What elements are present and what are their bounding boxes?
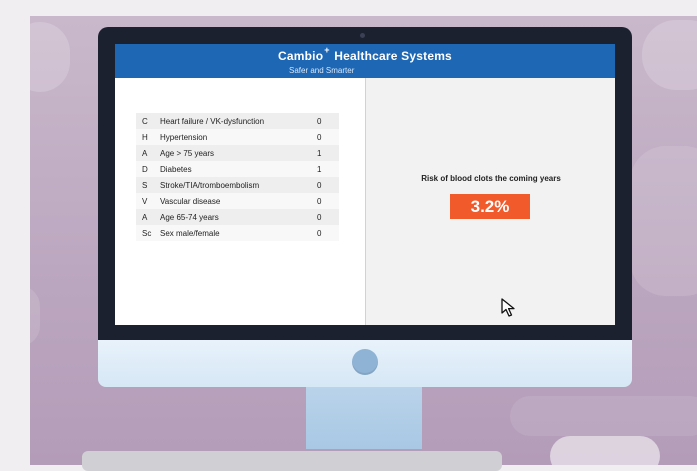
table-row: V Vascular disease 0	[136, 193, 339, 209]
background-blob	[630, 146, 697, 296]
row-value: 0	[317, 212, 322, 222]
row-label: Vascular disease	[160, 196, 221, 206]
result-panel: Risk of blood clots the coming years 3.2…	[365, 78, 615, 325]
plus-icon: +	[324, 45, 330, 55]
table-row: C Heart failure / VK-dysfunction 0	[136, 113, 339, 129]
monitor-screen: Cambio+ Healthcare Systems Safer and Sma…	[115, 44, 615, 325]
row-value: 0	[317, 228, 322, 238]
row-abbreviation: A	[142, 148, 148, 158]
row-value: 1	[317, 164, 322, 174]
row-abbreviation: Sc	[142, 228, 152, 238]
row-label: Age 65-74 years	[160, 212, 219, 222]
background-blob	[510, 396, 697, 436]
row-abbreviation: S	[142, 180, 148, 190]
row-abbreviation: V	[142, 196, 148, 206]
table-row: A Age 65-74 years 0	[136, 209, 339, 225]
table-row: A Age > 75 years 1	[136, 145, 339, 161]
row-label: Diabetes	[160, 164, 192, 174]
background-blob	[30, 22, 70, 92]
monitor-chin	[98, 340, 632, 387]
row-label: Sex male/female	[160, 228, 220, 238]
mouse-pointer-icon	[501, 298, 515, 317]
row-abbreviation: H	[142, 132, 148, 142]
row-value: 1	[317, 148, 322, 158]
row-value: 0	[317, 180, 322, 190]
keyboard	[82, 451, 502, 471]
cha2ds2-vasc-table: C Heart failure / VK-dysfunction 0 H Hyperte…	[136, 113, 339, 241]
brand-name: Cambio+ Healthcare Systems	[278, 45, 452, 63]
row-value: 0	[317, 132, 322, 142]
row-label: Heart failure / VK-dysfunction	[160, 116, 265, 126]
row-label: Stroke/TIA/tromboembolism	[160, 180, 260, 190]
table-row: Sc Sex male/female 0	[136, 225, 339, 241]
row-label: Hypertension	[160, 132, 208, 142]
row-abbreviation: A	[142, 212, 148, 222]
row-abbreviation: D	[142, 164, 148, 174]
app-header: Cambio+ Healthcare Systems Safer and Sma…	[115, 44, 615, 78]
risk-value-badge: 3.2%	[450, 194, 530, 219]
table-row: H Hypertension 0	[136, 129, 339, 145]
table-row: D Diabetes 1	[136, 161, 339, 177]
background-blob	[550, 436, 660, 465]
row-value: 0	[317, 116, 322, 126]
brand-logo: Cambio+ Healthcare Systems	[115, 45, 615, 63]
monitor-power-button	[352, 349, 378, 375]
row-label: Age > 75 years	[160, 148, 215, 158]
brand-name-first: Cambio	[278, 49, 324, 63]
camera-dot	[360, 33, 365, 38]
brand-name-rest: Healthcare Systems	[330, 49, 452, 63]
background-blob	[30, 286, 40, 346]
background-blob	[642, 20, 697, 90]
risk-title: Risk of blood clots the coming years	[421, 174, 561, 183]
monitor-bezel: Cambio+ Healthcare Systems Safer and Sma…	[98, 27, 632, 340]
monitor-stand	[306, 387, 422, 449]
row-abbreviation: C	[142, 116, 148, 126]
row-value: 0	[317, 196, 322, 206]
table-row: S Stroke/TIA/tromboembolism 0	[136, 177, 339, 193]
brand-tagline: Safer and Smarter	[289, 66, 355, 75]
